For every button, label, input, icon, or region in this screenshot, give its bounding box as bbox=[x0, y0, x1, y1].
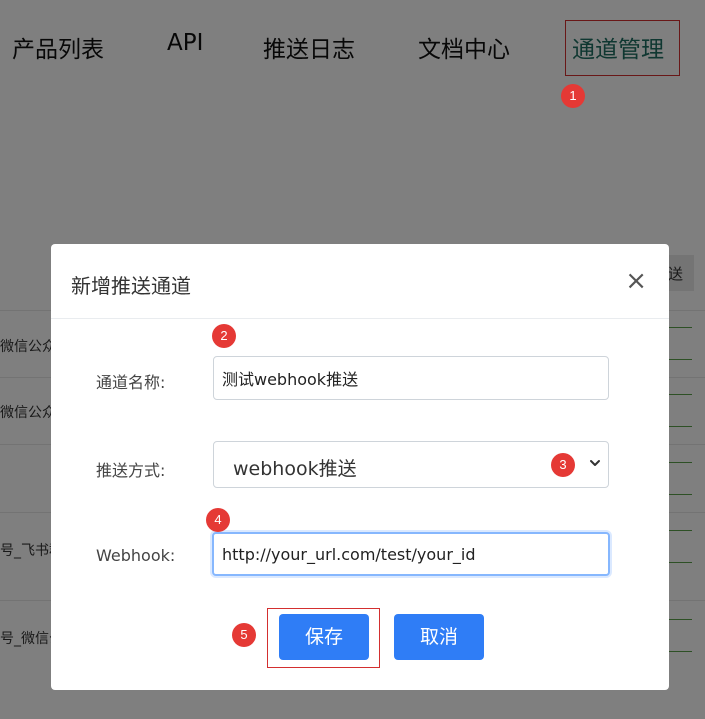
step-marker-5: 5 bbox=[232, 623, 256, 647]
step-marker-4: 4 bbox=[206, 508, 230, 532]
step-marker-1: 1 bbox=[561, 84, 585, 108]
close-icon[interactable]: × bbox=[625, 268, 647, 294]
dialog-header: 新增推送通道 × bbox=[51, 244, 669, 319]
push-method-label: 推送方式: bbox=[96, 461, 166, 480]
cancel-button[interactable]: 取消 bbox=[394, 614, 484, 660]
chevron-down-icon bbox=[590, 460, 600, 466]
dialog-title: 新增推送通道 bbox=[71, 274, 191, 298]
step-marker-3: 3 bbox=[551, 453, 575, 477]
channel-name-label: 通道名称: bbox=[96, 373, 166, 392]
push-method-select[interactable]: webhook推送 bbox=[213, 441, 609, 488]
step-marker-2: 2 bbox=[212, 324, 236, 348]
channel-name-input[interactable] bbox=[213, 356, 609, 400]
save-button[interactable]: 保存 bbox=[279, 614, 369, 660]
push-method-selected-value: webhook推送 bbox=[233, 458, 357, 480]
webhook-label: Webhook: bbox=[96, 546, 176, 565]
webhook-url-input[interactable] bbox=[212, 532, 610, 576]
new-channel-dialog: 新增推送通道 × 通道名称: 推送方式: webhook推送 Webhook: … bbox=[51, 244, 669, 690]
